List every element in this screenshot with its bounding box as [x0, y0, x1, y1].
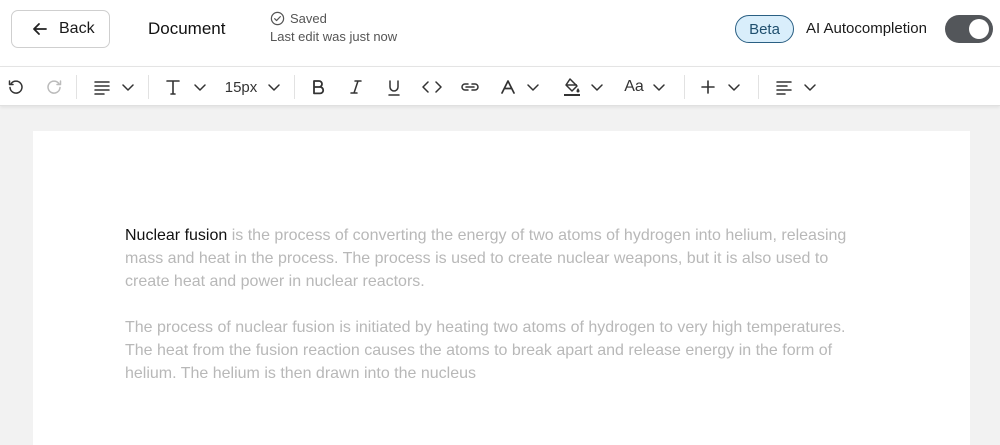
redo-button[interactable] — [42, 67, 66, 107]
paragraph-icon — [94, 81, 110, 95]
back-label: Back — [59, 20, 95, 37]
insert-icon — [701, 80, 715, 94]
ai-autocompletion-label: AI Autocompletion — [806, 20, 927, 37]
case-icon: Aa — [624, 78, 644, 95]
chevron-down-icon — [268, 84, 281, 91]
paragraph[interactable]: Nuclear fusion is the process of convert… — [125, 224, 865, 293]
beta-badge: Beta — [735, 15, 794, 43]
text-type-dropdown[interactable] — [162, 67, 210, 107]
formatting-toolbar: 15px Aa — [0, 66, 1000, 106]
undo-icon — [8, 80, 23, 94]
toolbar-divider — [758, 75, 759, 99]
document-title: Document — [148, 19, 226, 38]
underline-button[interactable] — [382, 67, 406, 107]
ai-suggestion-text: is the process of converting the energy … — [125, 227, 847, 290]
font-size-dropdown[interactable]: 15px — [222, 67, 284, 107]
paragraph[interactable]: The process of nuclear fusion is initiat… — [125, 316, 865, 385]
back-button[interactable]: Back — [11, 10, 110, 48]
italic-icon — [350, 80, 362, 94]
align-icon — [776, 81, 792, 95]
bold-button[interactable] — [306, 67, 330, 107]
toggle-knob — [969, 19, 989, 39]
chevron-down-icon — [194, 84, 206, 91]
chevron-down-icon — [122, 84, 134, 91]
chevron-down-icon — [728, 84, 740, 91]
ai-autocompletion-toggle[interactable] — [945, 15, 993, 43]
align-dropdown[interactable] — [772, 67, 820, 107]
toolbar-divider — [76, 75, 77, 99]
toolbar-divider — [148, 75, 149, 99]
saved-status-text: Saved — [290, 11, 327, 26]
save-status: Saved Last edit was just now — [270, 11, 397, 44]
link-button[interactable] — [456, 67, 484, 107]
underline-icon — [388, 79, 400, 96]
font-size-value: 15px — [224, 78, 258, 96]
insert-dropdown[interactable] — [697, 67, 745, 107]
toolbar-divider — [684, 75, 685, 99]
text-type-icon — [166, 80, 180, 95]
top-bar: Back Document Saved Last edit was just n… — [0, 0, 1000, 66]
code-icon — [422, 81, 442, 93]
ai-suggestion-text: The process of nuclear fusion is initiat… — [125, 319, 846, 382]
code-button[interactable] — [418, 67, 446, 107]
arrow-left-icon — [33, 23, 47, 35]
undo-button[interactable] — [4, 67, 28, 107]
chevron-down-icon — [804, 84, 816, 91]
toolbar-divider — [294, 75, 295, 99]
chevron-down-icon — [653, 84, 665, 91]
document-page[interactable]: Nuclear fusion is the process of convert… — [33, 131, 970, 445]
chevron-down-icon — [591, 84, 603, 91]
highlight-dropdown[interactable] — [558, 67, 608, 107]
paragraph-dropdown[interactable] — [90, 67, 138, 107]
case-dropdown[interactable]: Aa — [620, 67, 670, 107]
accepted-text: Nuclear fusion — [125, 227, 228, 244]
bold-icon — [313, 80, 325, 95]
text-color-icon — [501, 80, 515, 94]
italic-button[interactable] — [344, 67, 368, 107]
chevron-down-icon — [527, 84, 539, 91]
link-icon — [461, 83, 479, 91]
highlight-icon — [564, 78, 580, 96]
check-circle-icon — [270, 11, 285, 26]
text-color-dropdown[interactable] — [496, 67, 544, 107]
last-edit-text: Last edit was just now — [270, 29, 398, 44]
redo-icon — [47, 80, 62, 94]
